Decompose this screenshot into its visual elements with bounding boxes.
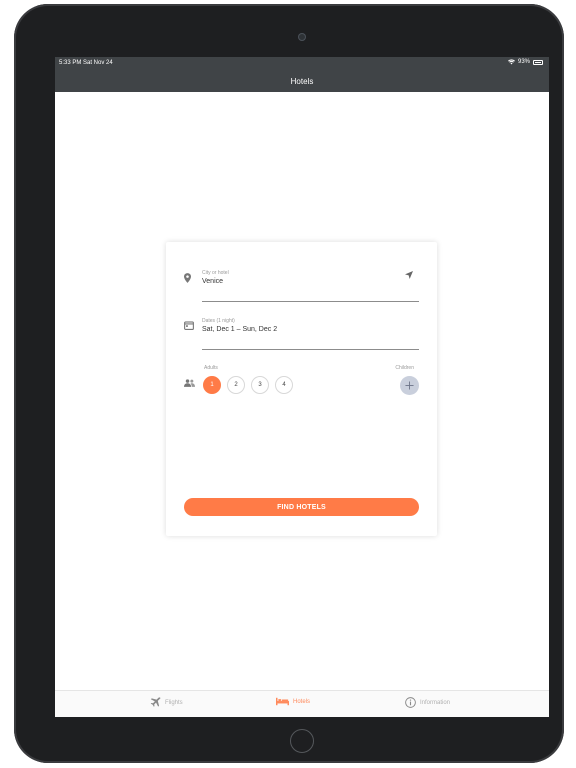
home-button[interactable] [290,729,314,753]
tablet-device: 5:33 PM Sat Nov 24 93% Hotels City or ho… [14,4,564,763]
adults-option-4[interactable]: 4 [275,376,293,394]
adults-option-1[interactable]: 1 [203,376,221,394]
status-time: 5:33 PM Sat Nov 24 [59,60,113,66]
adults-option-2[interactable]: 2 [227,376,245,394]
tab-flights[interactable]: Flights [150,697,183,708]
status-indicators: 93% [507,59,543,65]
dates-field[interactable]: Dates (1 night) Sat, Dec 1 – Sun, Dec 2 [184,318,419,350]
tab-flights-label: Flights [165,699,183,706]
city-value: Venice [202,278,224,285]
info-icon [405,697,416,708]
adults-option-3[interactable]: 3 [251,376,269,394]
location-pin-icon [184,273,191,283]
battery-icon [533,59,543,65]
airplane-icon [150,697,161,707]
top-bar: 5:33 PM Sat Nov 24 93% Hotels [55,57,549,92]
tab-hotels-label: Hotels [293,698,311,705]
tab-information[interactable]: Information [405,697,450,708]
hotel-search-card: City or hotel Venice Dates (1 night) Sat… [166,242,437,536]
plus-icon [405,381,414,390]
battery-percent: 93% [517,59,530,65]
guests-labels: Adults Children [204,365,414,371]
tab-information-label: Information [420,699,451,706]
city-label: City or hotel [202,270,229,276]
tab-hotels[interactable]: Hotels [276,697,310,706]
camera [298,33,306,41]
find-hotels-button[interactable]: FIND HOTELS [184,498,419,516]
bed-icon [276,697,289,706]
calendar-icon [184,321,194,330]
dates-value: Sat, Dec 1 – Sun, Dec 2 [202,326,278,333]
adults-label: Adults [204,365,218,371]
wifi-icon [507,59,515,65]
add-child-button[interactable] [400,376,419,395]
screen: 5:33 PM Sat Nov 24 93% Hotels City or ho… [55,57,549,717]
tab-bar: Flights Hotels Information [55,690,549,717]
people-icon [184,379,195,387]
city-field[interactable]: City or hotel Venice [184,270,419,302]
dates-label: Dates (1 night) [202,318,235,324]
page-title: Hotels [290,77,314,86]
children-label: Children [395,365,414,371]
current-location-icon[interactable] [405,271,413,279]
